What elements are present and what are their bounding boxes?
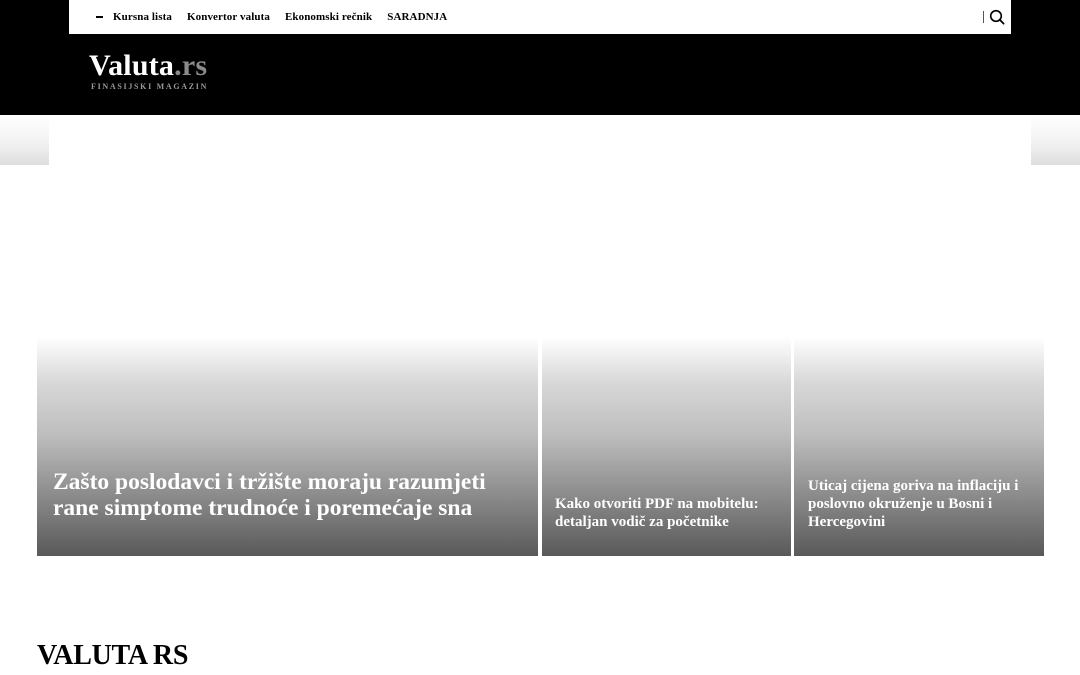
menu-item-ekonomski-recnik[interactable]: Ekonomski rečnik [285,11,372,23]
header-shadow-left [0,115,49,165]
section-heading: VALUTA RS [37,640,189,671]
header-shadow-right [1031,115,1080,165]
featured-article-title[interactable]: Uticaj cijena goriva na inflaciju i posl… [808,477,1038,531]
menu-item-saradnja[interactable]: SARADNJA [387,11,447,23]
search-divider [983,11,984,23]
featured-article-title[interactable]: Kako otvoriti PDF na mobitelu: detaljan … [555,495,780,531]
logo-name: Valuta [89,49,175,82]
featured-article-third[interactable]: Uticaj cijena goriva na inflaciju i posl… [794,337,1044,556]
ad-banner-area [49,115,1031,165]
featured-article-second[interactable]: Kako otvoriti PDF na mobitelu: detaljan … [542,337,791,556]
menu-item-kursna-lista[interactable]: Kursna lista [113,11,172,23]
logo-suffix: .rs [174,49,208,82]
menu-toggle-icon[interactable] [96,16,103,18]
menu-item-konvertor-valuta[interactable]: Konvertor valuta [187,11,270,23]
featured-article-main[interactable]: Zašto poslodavci i tržište moraju razumj… [37,337,538,556]
top-menu-bar: Kursna lista Konvertor valuta Ekonomski … [69,0,1011,34]
search-icon[interactable] [989,9,1005,25]
top-menu: Kursna lista Konvertor valuta Ekonomski … [113,11,462,23]
logo-tagline: FINASIJSKI MAGAZIN [91,82,209,91]
logo-wordmark: Valuta.rs [89,51,208,81]
featured-article-title[interactable]: Zašto poslodavci i tržište moraju razumj… [53,469,523,521]
site-logo[interactable]: Valuta.rs FINASIJSKI MAGAZIN [89,51,209,92]
